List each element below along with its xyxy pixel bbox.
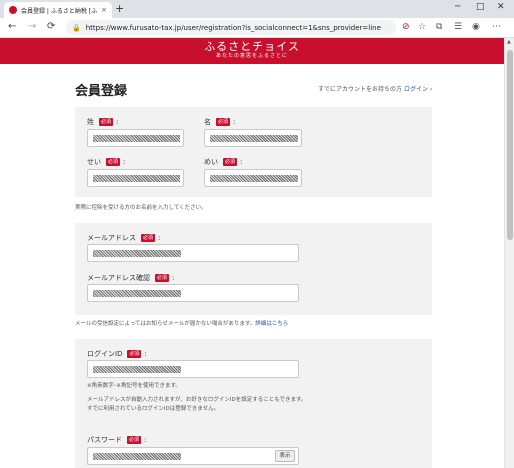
sei-input[interactable] (87, 129, 184, 147)
sei-label: 姓 必須: (87, 118, 119, 126)
mei-label: 名 必須: (204, 118, 236, 126)
show-password-button[interactable]: 表示 (275, 450, 295, 462)
masked-value (93, 175, 180, 182)
required-badge: 必須 (106, 158, 121, 166)
reload-button[interactable]: ⟳ (47, 21, 55, 33)
required-badge: 必須 (99, 118, 114, 126)
login-id-note-1: ※角英数字･※角記号を使用できます。 (87, 383, 181, 389)
tab-close-icon[interactable]: × (101, 6, 107, 14)
details-link[interactable]: 詳細はこちら (255, 321, 288, 327)
required-badge: 必須 (127, 350, 142, 358)
name-note: 実際に控除を受ける方のお名前を入力してください。 (75, 205, 207, 211)
more-menu-icon[interactable]: ⋯ (492, 22, 501, 32)
masked-value (93, 135, 180, 142)
required-badge: 必須 (223, 158, 238, 166)
back-button[interactable]: ← (8, 21, 16, 33)
new-tab-button[interactable]: + (115, 3, 124, 15)
mei-kana-label-text: めい (204, 158, 218, 166)
url-text: https://www.furusato-tax.jp/user/registr… (85, 23, 381, 32)
mei-kana-label: めい 必須: (204, 158, 243, 166)
masked-value (93, 453, 181, 460)
site-tagline: あなたの意思をふるさとに (215, 53, 288, 59)
required-badge: 必須 (155, 274, 170, 282)
required-badge: 必須 (216, 118, 231, 126)
login-id-label: ログインID 必須: (87, 350, 147, 358)
email-input[interactable] (87, 244, 299, 262)
window-close-icon[interactable]: ✕ (497, 2, 505, 12)
browser-tab[interactable]: 会員登録 | ふるさと納税 [ふるさとチ × (4, 2, 112, 18)
masked-value (93, 366, 181, 373)
extensions-icon[interactable]: ⧉ (436, 22, 442, 32)
favorites-icon[interactable]: ☰ (454, 22, 462, 32)
scrollbar-thumb[interactable] (507, 50, 513, 240)
required-badge: 必須 (127, 436, 142, 444)
login-id-input[interactable] (87, 360, 299, 378)
required-badge: 必須 (141, 234, 156, 242)
blocked-icon[interactable]: ⊘ (402, 22, 410, 32)
browser-tab-bar: 会員登録 | ふるさと納税 [ふるさとチ × + ─ □ ✕ (0, 0, 514, 18)
scroll-up-icon[interactable]: ▲ (507, 39, 511, 45)
forward-button[interactable]: → (28, 21, 36, 33)
site-logo[interactable]: ふるさとチョイス (0, 38, 504, 53)
password-input[interactable]: 表示 (87, 447, 299, 465)
password-label: パスワード 必須: (87, 436, 147, 444)
minimize-icon[interactable]: ─ (455, 2, 460, 12)
url-field[interactable]: 🔒 https://www.furusato-tax.jp/user/regis… (66, 20, 396, 35)
maximize-icon[interactable]: □ (476, 2, 485, 12)
masked-value (93, 250, 181, 257)
page-scrollbar[interactable]: ▲ (504, 38, 514, 468)
login-panel: ログインID 必須: ※角英数字･※角記号を使用できます。 メールアドレスが自動… (75, 339, 432, 468)
mei-kana-input[interactable] (204, 169, 302, 187)
name-panel: 姓 必須: 名 必須: せい 必須: めい 必須: (75, 107, 432, 197)
email-label-text: メールアドレス (87, 234, 136, 242)
email-note: メールの受信設定によってはお知らせメールが届かない場合があります。詳細はこちら (75, 320, 288, 329)
email-note-text: メールの受信設定によってはお知らせメールが届かない場合があります。 (75, 321, 256, 327)
login-prompt-text: すでにアカウントをお持ちの方 (318, 86, 403, 93)
bookmark-star-icon[interactable]: ☆ (418, 22, 426, 32)
sei-kana-input[interactable] (87, 169, 184, 187)
sei-kana-label: せい 必須: (87, 158, 126, 166)
masked-value (210, 175, 298, 182)
sei-label-text: 姓 (87, 118, 94, 126)
lock-icon: 🔒 (72, 23, 81, 32)
profile-icon[interactable]: ◉ (472, 22, 480, 32)
tab-title: 会員登録 | ふるさと納税 [ふるさとチ (21, 7, 98, 15)
mei-label-text: 名 (204, 118, 211, 126)
address-bar-row: ← → ⟳ 🔒 https://www.furusato-tax.jp/user… (0, 18, 514, 38)
site-favicon-icon (9, 6, 17, 14)
masked-value (93, 290, 181, 297)
login-id-note-2: メールアドレスが自動入力されますが、お好きなログインIDを設定することもできます… (87, 397, 307, 403)
login-link[interactable]: ログイン › (404, 86, 432, 93)
login-id-label-text: ログインID (87, 350, 123, 358)
sei-kana-label-text: せい (87, 158, 101, 166)
login-id-note-3: すでに利用されているログインIDは登録できません。 (87, 406, 220, 412)
email-label: メールアドレス 必須: (87, 234, 161, 242)
email-confirm-input[interactable] (87, 284, 299, 302)
email-panel: メールアドレス 必須: メールアドレス確認 必須: (75, 223, 432, 315)
email-confirm-label-text: メールアドレス確認 (87, 274, 150, 282)
password-label-text: パスワード (87, 436, 122, 444)
site-header: ふるさとチョイス あなたの意思をふるさとに (0, 38, 504, 64)
page-title: 会員登録 (75, 84, 128, 99)
mei-input[interactable] (204, 129, 302, 147)
login-prompt: すでにアカウントをお持ちの方 ログイン › (318, 84, 432, 93)
email-confirm-label: メールアドレス確認 必須: (87, 274, 175, 282)
masked-value (210, 135, 298, 142)
